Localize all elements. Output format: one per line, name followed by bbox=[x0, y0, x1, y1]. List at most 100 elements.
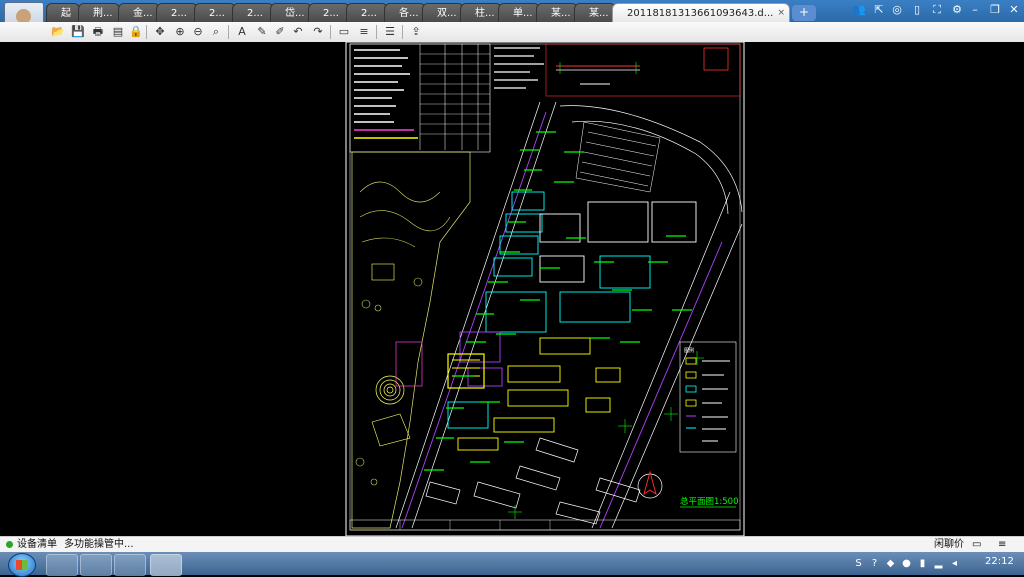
toolbar-divider bbox=[376, 25, 377, 39]
open-icon[interactable]: 📂 bbox=[50, 24, 66, 40]
cad-viewer[interactable]: 总平面图1:500 图例 bbox=[0, 42, 1024, 536]
tab-label: 某... bbox=[551, 8, 571, 19]
qq-icon[interactable]: ● bbox=[900, 557, 913, 570]
help-icon[interactable]: ? bbox=[868, 557, 881, 570]
tab-bar: 起 荆... 金... 2... 2... 2... 岱... 2... 2..… bbox=[0, 0, 1024, 40]
tab-label: 双... bbox=[437, 8, 457, 19]
pdf-icon[interactable]: ▤ bbox=[110, 24, 126, 40]
redo-icon[interactable]: ↷ bbox=[310, 24, 326, 40]
taskbar-app-avatar[interactable] bbox=[80, 554, 112, 576]
measure-icon[interactable]: ▭ bbox=[336, 24, 352, 40]
buildings bbox=[447, 191, 697, 429]
tab-active[interactable]: 20118181313661093643.d... × bbox=[612, 3, 790, 22]
residential-blocks bbox=[447, 337, 621, 451]
clock[interactable]: 22:12 bbox=[985, 556, 1014, 567]
minimize-icon[interactable]: – bbox=[968, 3, 982, 17]
tab[interactable]: 荆... bbox=[78, 3, 120, 22]
network-icon[interactable]: ▂ bbox=[932, 557, 945, 570]
tab-label: 某... bbox=[589, 8, 609, 19]
taskbar-app-explorer[interactable] bbox=[46, 554, 78, 576]
share-icon[interactable]: ⇱ bbox=[872, 3, 886, 17]
menu-icon[interactable]: ≡ bbox=[998, 538, 1006, 552]
export-icon[interactable]: ⇪ bbox=[408, 24, 424, 40]
status-item-equipment[interactable]: 设备清单 bbox=[6, 538, 57, 552]
toolbar-divider bbox=[402, 25, 403, 39]
ime-icon[interactable]: S bbox=[852, 557, 865, 570]
markup-icon[interactable]: ✐ bbox=[272, 24, 288, 40]
print-icon[interactable]: 🖶 bbox=[90, 24, 106, 40]
windows-logo-icon bbox=[16, 560, 28, 570]
fullscreen-icon[interactable]: ⛶ bbox=[930, 3, 944, 17]
close-icon[interactable]: × bbox=[777, 4, 785, 22]
tab-label: 金... bbox=[133, 8, 153, 19]
section-detail bbox=[545, 43, 741, 97]
undo-icon[interactable]: ↶ bbox=[290, 24, 306, 40]
roads bbox=[395, 101, 743, 529]
tab-label: 柱... bbox=[475, 8, 495, 19]
tab-label: 20118181313661093643.d... bbox=[627, 8, 774, 19]
taskbar-app-cad[interactable] bbox=[150, 554, 182, 576]
lower-buildings bbox=[425, 437, 641, 525]
status-tray-label[interactable]: 闲聊价 bbox=[934, 538, 964, 552]
title-block-notes bbox=[494, 47, 544, 89]
zoom-out-icon[interactable]: ⊖ bbox=[190, 24, 206, 40]
chat-icon[interactable]: ◎ bbox=[890, 3, 904, 17]
close-window-icon[interactable]: ✕ bbox=[1007, 3, 1021, 17]
tab[interactable]: 某... bbox=[536, 3, 578, 22]
landscape-area bbox=[351, 151, 471, 529]
message-icon[interactable]: ▭ bbox=[972, 538, 981, 552]
tab[interactable]: 起 bbox=[46, 3, 80, 22]
bottom-title-bar bbox=[349, 519, 741, 531]
zoom-window-icon[interactable]: ⌕ bbox=[208, 24, 224, 40]
tab-label: 单... bbox=[513, 8, 533, 19]
volume-icon[interactable]: ◂ bbox=[948, 557, 961, 570]
start-button[interactable] bbox=[8, 553, 36, 577]
tab[interactable]: 2... bbox=[308, 3, 350, 22]
tab[interactable]: 双... bbox=[422, 3, 464, 22]
taskbar-app-archive[interactable] bbox=[114, 554, 146, 576]
legend bbox=[679, 341, 737, 453]
tab-label: 2... bbox=[209, 8, 225, 19]
tab-label: 起 bbox=[61, 8, 71, 19]
tab[interactable]: 单... bbox=[498, 3, 540, 22]
tab-label: 岱... bbox=[285, 8, 305, 19]
tab[interactable]: 各... bbox=[384, 3, 426, 22]
plan-title: 总平面图1:500 bbox=[680, 496, 739, 507]
layers-icon[interactable]: ☰ bbox=[382, 24, 398, 40]
new-tab-button[interactable]: + bbox=[792, 5, 816, 21]
parking-area bbox=[575, 121, 661, 193]
dimension-icon[interactable]: ≡ bbox=[356, 24, 372, 40]
tab[interactable]: 金... bbox=[118, 3, 160, 22]
battery-icon[interactable]: ▮ bbox=[916, 557, 929, 570]
toolbar-divider bbox=[330, 25, 331, 39]
gear-icon[interactable]: ⚙ bbox=[950, 3, 964, 17]
tab[interactable]: 2... bbox=[346, 3, 388, 22]
restore-icon[interactable]: ❐ bbox=[988, 3, 1002, 17]
tab-label: 2... bbox=[361, 8, 377, 19]
lock-icon[interactable]: 🔒 bbox=[128, 24, 144, 40]
tab[interactable]: 某... bbox=[574, 3, 616, 22]
pencil-icon[interactable]: ✎ bbox=[254, 24, 270, 40]
mobile-icon[interactable]: ▯ bbox=[910, 3, 924, 17]
tab-label: 各... bbox=[399, 8, 419, 19]
zoom-in-icon[interactable]: ⊕ bbox=[172, 24, 188, 40]
users-icon[interactable]: 👥 bbox=[852, 3, 866, 17]
tab[interactable]: 2... bbox=[156, 3, 198, 22]
tab-label: 2... bbox=[171, 8, 187, 19]
status-item-multifunction[interactable]: 多功能操管中... bbox=[64, 538, 134, 552]
tab[interactable]: 柱... bbox=[460, 3, 502, 22]
pan-icon[interactable]: ✥ bbox=[152, 24, 168, 40]
status-bar: 设备清单 多功能操管中... 闲聊价 ▭ ≡ bbox=[0, 536, 1024, 553]
tab[interactable]: 2... bbox=[194, 3, 236, 22]
tab-label: 荆... bbox=[93, 8, 113, 19]
tab-label: 2... bbox=[247, 8, 263, 19]
text-icon[interactable]: A bbox=[234, 24, 250, 40]
tab[interactable]: 岱... bbox=[270, 3, 312, 22]
toolbar-divider bbox=[146, 25, 147, 39]
toolbar-divider bbox=[228, 25, 229, 39]
notes-table bbox=[349, 43, 491, 153]
north-arrow bbox=[637, 470, 663, 499]
tab[interactable]: 2... bbox=[232, 3, 274, 22]
shield-icon[interactable]: ◆ bbox=[884, 557, 897, 570]
save-icon[interactable]: 💾 bbox=[70, 24, 86, 40]
